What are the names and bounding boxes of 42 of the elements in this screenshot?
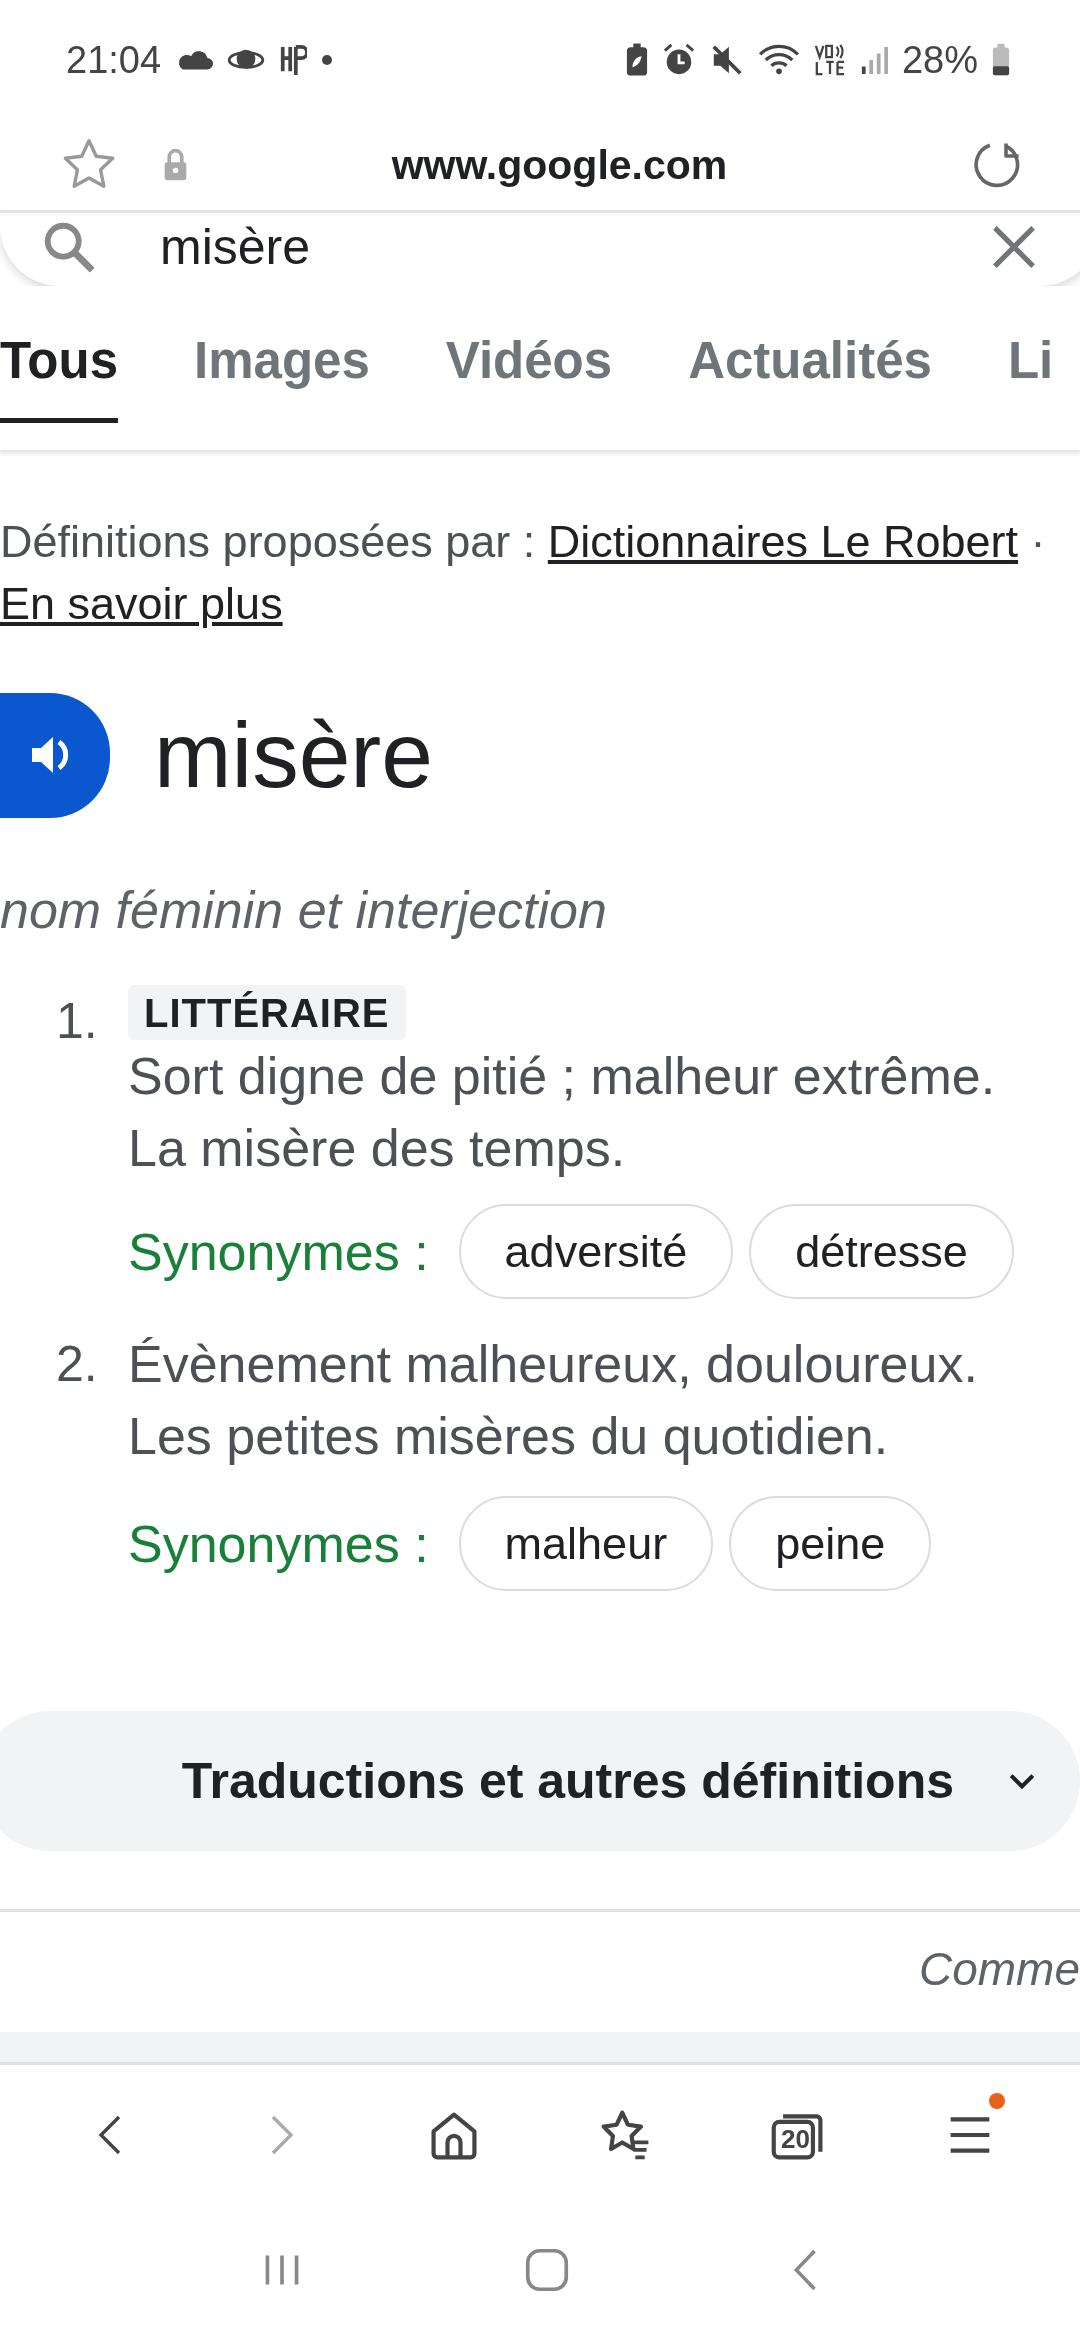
synonyms-label: Synonymes : xyxy=(128,1221,429,1282)
synonyms-label: Synonymes : xyxy=(128,1513,429,1574)
part-of-speech: nom féminin et interjection xyxy=(0,881,608,939)
home-button-icon[interactable] xyxy=(525,2248,569,2292)
search-tab[interactable]: Li xyxy=(1007,331,1054,423)
signal-icon xyxy=(859,46,888,74)
alarm-icon xyxy=(661,43,696,77)
search-field[interactable]: misère xyxy=(0,216,1080,286)
search-tab[interactable]: Tous xyxy=(0,331,119,423)
app-logo-icon xyxy=(279,43,308,77)
synonym-chip[interactable]: détresse xyxy=(749,1204,1014,1299)
feedback-link[interactable]: Comme xyxy=(918,1942,1080,2002)
headword: misère xyxy=(154,701,434,809)
clock: 21:04 xyxy=(66,38,162,82)
tab-count: 20 xyxy=(781,2124,810,2155)
example-text: Les petites misères du quotidien. xyxy=(128,1406,890,1467)
definition-text: Sort digne de pitié ; malheur extrême. xyxy=(128,1046,997,1107)
volte-icon xyxy=(813,43,846,77)
synonym-chip[interactable]: peine xyxy=(729,1496,932,1591)
synonym-chip[interactable]: malheur xyxy=(458,1496,714,1591)
battery-icon xyxy=(992,43,1010,77)
battery-level: 28% xyxy=(901,38,978,82)
battery-saver-icon xyxy=(625,43,648,77)
dot-icon xyxy=(321,54,334,66)
source-attribution: Définitions proposées par : xyxy=(0,516,537,567)
search-tab[interactable]: Actualités xyxy=(688,331,932,423)
more-definitions-button[interactable]: Traductions et autres définitions xyxy=(0,1711,1080,1851)
pronounce-button[interactable] xyxy=(0,692,110,818)
wifi-icon xyxy=(757,43,800,77)
url-text[interactable]: www.google.com xyxy=(189,141,970,189)
separator-dot: · xyxy=(1029,516,1046,567)
register-label: LITTÉRAIRE xyxy=(128,985,406,1040)
example-text: La misère des temps. xyxy=(128,1118,627,1179)
sense-number: 1. xyxy=(55,992,99,1051)
search-tab[interactable]: Images xyxy=(194,331,370,423)
home-icon[interactable] xyxy=(428,2109,480,2161)
definition-text: Évènement malheureux, douloureux. xyxy=(128,1334,979,1395)
search-tab[interactable]: Vidéos xyxy=(445,331,613,423)
learn-more-link[interactable]: En savoir plus xyxy=(0,578,283,629)
sense-number: 2. xyxy=(55,1335,99,1394)
dictionary-link[interactable]: Dictionnaires Le Robert xyxy=(547,516,1019,567)
synonym-chip[interactable]: adversité xyxy=(458,1204,734,1299)
